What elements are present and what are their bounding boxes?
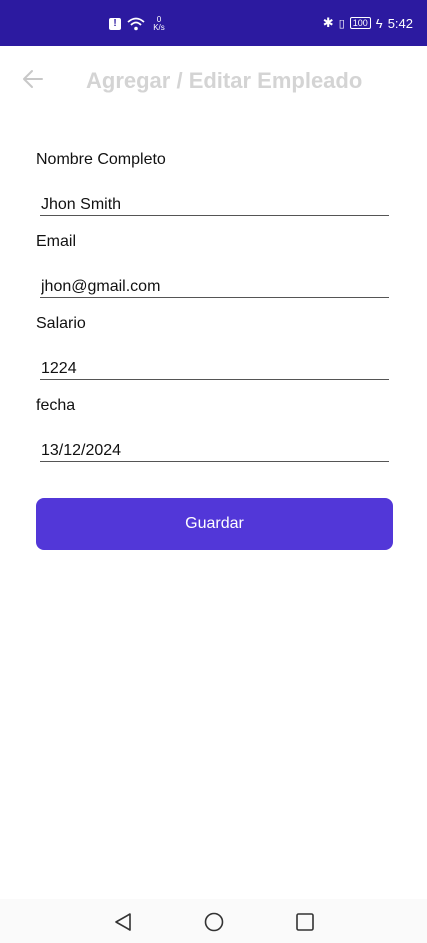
page-title: Agregar / Editar Empleado — [86, 68, 363, 93]
nav-home-icon[interactable] — [203, 911, 225, 933]
network-speed: 0 K/s — [151, 16, 167, 32]
vibrate-icon: ▯ — [338, 17, 345, 30]
nav-recents-icon[interactable] — [294, 911, 316, 933]
salary-field[interactable] — [40, 344, 389, 380]
salary-label: Salario — [36, 315, 86, 332]
status-bar: ! 0 K/s ✱ ▯ 100 ϟ 5:42 — [0, 0, 427, 46]
date-label: fecha — [36, 397, 76, 414]
network-speed-unit: K/s — [153, 23, 165, 32]
wifi-icon — [127, 17, 145, 31]
alert-icon: ! — [109, 18, 121, 30]
name-field[interactable] — [40, 180, 389, 216]
bluetooth-icon: ✱ — [322, 15, 334, 30]
battery-icon: 100 — [349, 17, 371, 29]
app-bar: Agregar / Editar Empleado — [0, 46, 427, 114]
back-arrow-icon[interactable] — [22, 68, 44, 90]
charging-icon: ϟ — [375, 15, 383, 31]
employee-form: Nombre Completo Email Salario fecha — [36, 150, 393, 462]
status-time: 5:42 — [387, 15, 413, 31]
system-nav-bar — [0, 899, 427, 943]
save-button[interactable]: Guardar — [36, 498, 393, 550]
nav-back-icon[interactable] — [112, 911, 134, 933]
email-label: Email — [36, 233, 77, 250]
name-label: Nombre Completo — [36, 151, 166, 168]
date-field[interactable] — [40, 426, 389, 462]
status-left-icons: ! 0 K/s — [109, 16, 167, 32]
email-field[interactable] — [40, 262, 389, 298]
status-right-icons: ✱ ▯ 100 ϟ 5:42 — [323, 15, 413, 31]
